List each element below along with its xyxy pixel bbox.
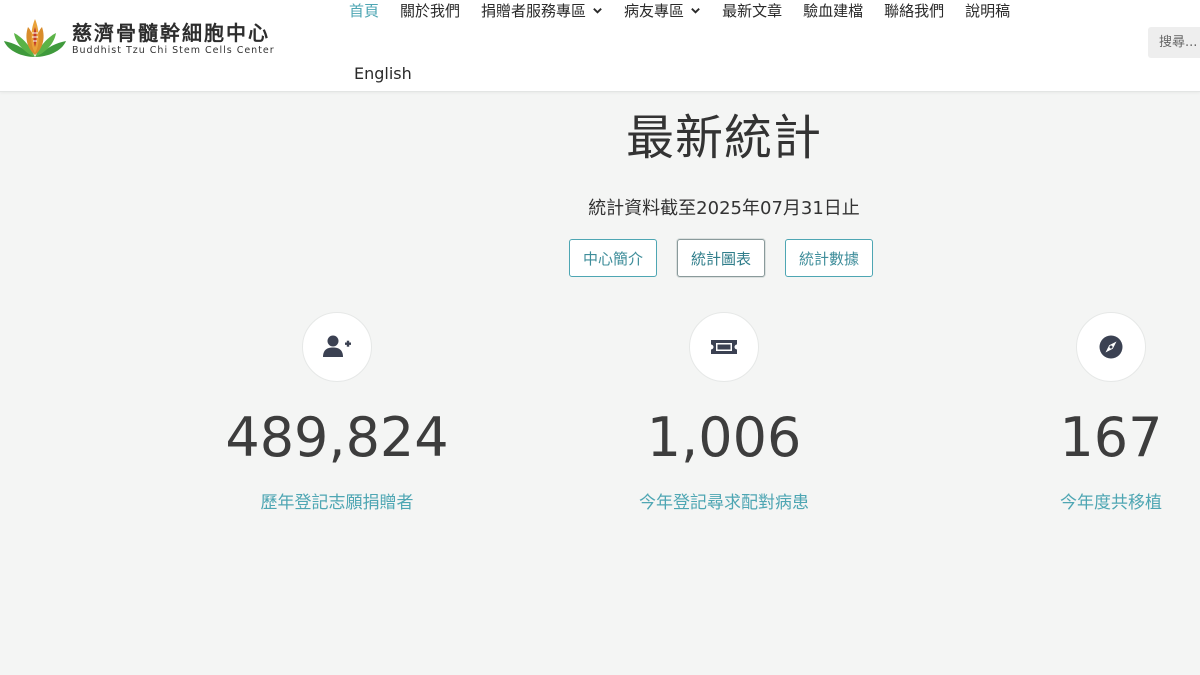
stat-registered-donors: 489,824 歷年登記志願捐贈者 bbox=[187, 312, 487, 513]
search-input[interactable] bbox=[1148, 27, 1200, 58]
nav-item-label: 說明稿 bbox=[965, 1, 1011, 20]
main-nav: 首頁 關於我們 捐贈者服務專區 病友專區 最新文章 驗血建檔 聯絡我們 說明稿 bbox=[349, 0, 1031, 20]
site-header: 慈濟骨髓幹細胞中心 Buddhist Tzu Chi Stem Cells Ce… bbox=[0, 0, 1200, 92]
nav-item-patients[interactable]: 病友專區 bbox=[624, 0, 701, 21]
stat-label[interactable]: 今年度共移植 bbox=[961, 488, 1200, 513]
stat-label[interactable]: 今年登記尋求配對病患 bbox=[574, 488, 874, 513]
nav-item-contact[interactable]: 聯絡我們 bbox=[884, 0, 944, 21]
nav-item-label: 首頁 bbox=[349, 1, 380, 20]
nav-item-label: 捐贈者服務專區 bbox=[481, 1, 587, 20]
nav-item-blood-test[interactable]: 驗血建檔 bbox=[803, 0, 863, 21]
chevron-down-icon bbox=[593, 7, 602, 14]
stats-chart-button[interactable]: 統計圖表 bbox=[677, 239, 766, 277]
stats-data-button[interactable]: 統計數據 bbox=[785, 239, 874, 277]
stat-value: 489,824 bbox=[225, 406, 449, 469]
stat-value: 1,006 bbox=[646, 406, 802, 469]
brand-name-en: Buddhist Tzu Chi Stem Cells Center bbox=[72, 45, 275, 56]
ticket-icon bbox=[711, 340, 737, 354]
chevron-down-icon bbox=[691, 7, 700, 14]
compass-icon bbox=[1099, 335, 1123, 359]
nav-item-donor-services[interactable]: 捐贈者服務專區 bbox=[481, 0, 603, 21]
section-buttons: 中心簡介 統計圖表 統計數據 bbox=[569, 239, 893, 277]
nav-item-english[interactable]: English bbox=[354, 64, 412, 83]
stat-icon-circle bbox=[689, 312, 759, 382]
user-plus-icon bbox=[323, 335, 351, 357]
lotus-logo-icon bbox=[4, 19, 66, 57]
brand-name-cn: 慈濟骨髓幹細胞中心 bbox=[72, 21, 270, 45]
nav-item-home[interactable]: 首頁 bbox=[349, 0, 379, 21]
nav-item-label: 關於我們 bbox=[400, 1, 461, 20]
stat-icon-circle bbox=[1076, 312, 1146, 382]
site-logo[interactable]: 慈濟骨髓幹細胞中心 Buddhist Tzu Chi Stem Cells Ce… bbox=[2, 17, 275, 61]
nav-item-label: 聯絡我們 bbox=[884, 1, 945, 20]
nav-item-articles[interactable]: 最新文章 bbox=[722, 0, 782, 21]
nav-item-label: 驗血建檔 bbox=[803, 1, 864, 20]
page-title: 最新統計 bbox=[625, 110, 822, 166]
stat-value: 167 bbox=[1059, 406, 1163, 469]
nav-item-about[interactable]: 關於我們 bbox=[400, 0, 460, 21]
stat-icon-circle bbox=[302, 312, 372, 382]
stat-patients-seeking-match: 1,006 今年登記尋求配對病患 bbox=[574, 312, 874, 513]
stat-transplants-this-year: 167 今年度共移植 bbox=[961, 312, 1200, 513]
center-intro-button[interactable]: 中心簡介 bbox=[569, 239, 658, 277]
logo-text: 慈濟骨髓幹細胞中心 Buddhist Tzu Chi Stem Cells Ce… bbox=[72, 21, 275, 57]
nav-item-press[interactable]: 說明稿 bbox=[965, 0, 1010, 21]
stats-date-subtitle: 統計資料截至2025年07月31日止 bbox=[588, 198, 860, 219]
nav-item-label: 最新文章 bbox=[722, 1, 783, 20]
nav-item-label: 病友專區 bbox=[624, 1, 685, 20]
stat-label[interactable]: 歷年登記志願捐贈者 bbox=[187, 488, 487, 513]
